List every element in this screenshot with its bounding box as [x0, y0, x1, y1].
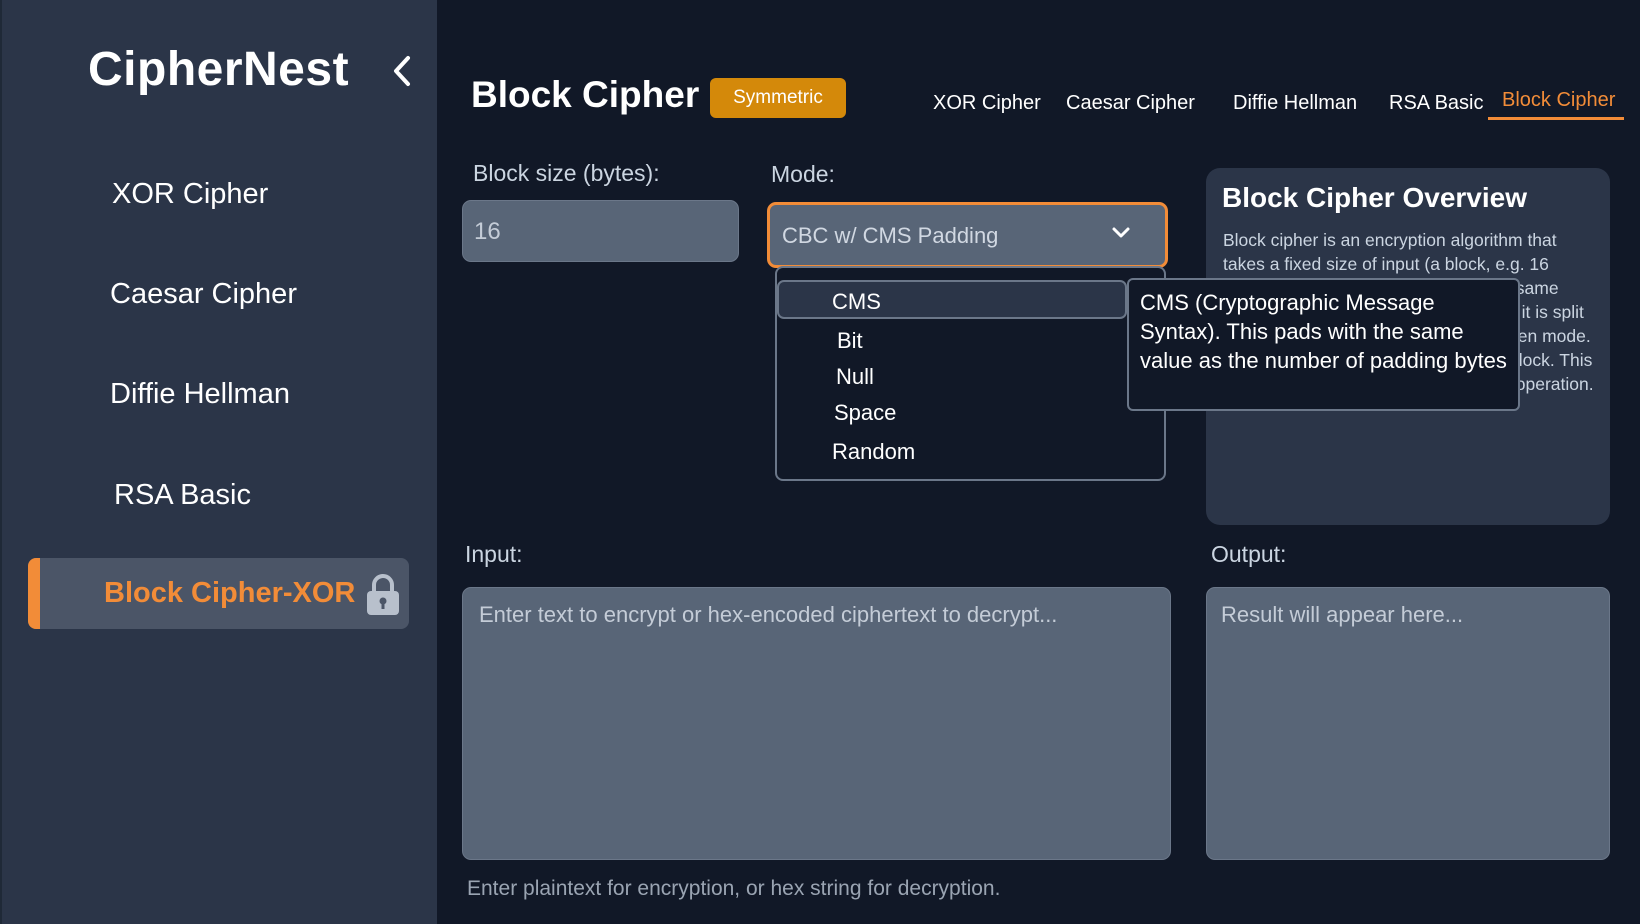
sidebar-item-xor-cipher[interactable]: XOR Cipher — [112, 178, 268, 211]
mode-select[interactable]: CBC w/ CMS Padding — [767, 202, 1168, 268]
page-title: Block Cipher — [471, 74, 700, 115]
mode-select-value: CBC w/ CMS Padding — [782, 223, 999, 248]
padding-option-bit[interactable]: Bit — [837, 328, 863, 354]
tab-rsa-basic[interactable]: RSA Basic — [1389, 92, 1483, 115]
input-textarea[interactable] — [462, 587, 1171, 860]
padding-option-cms[interactable]: CMS — [777, 280, 1127, 319]
sidebar-item-block-cipher-xor[interactable]: Block Cipher-XOR — [28, 558, 409, 629]
tab-diffie-hellman[interactable]: Diffie Hellman — [1233, 92, 1357, 115]
tab-xor-cipher[interactable]: XOR Cipher — [933, 92, 1041, 115]
padding-option-null[interactable]: Null — [836, 364, 874, 390]
padding-tooltip: CMS (Cryptographic Message Syntax). This… — [1127, 278, 1520, 411]
output-textarea[interactable] — [1206, 587, 1610, 860]
block-size-value: 16 — [474, 218, 501, 245]
sidebar: CipherNest XOR Cipher Caesar Cipher Diff… — [0, 0, 437, 924]
active-tab-underline — [1488, 117, 1624, 120]
input-label: Input: — [465, 541, 523, 567]
block-size-label: Block size (bytes): — [473, 160, 660, 186]
output-label: Output: — [1211, 541, 1287, 567]
sidebar-item-label: Block Cipher-XOR — [104, 577, 356, 609]
tab-block-cipher[interactable]: Block Cipher — [1502, 89, 1615, 112]
padding-dropdown-menu: CMS Bit Null Space Random — [775, 266, 1166, 481]
chevron-down-icon — [1112, 227, 1130, 238]
active-indicator — [28, 558, 40, 629]
mode-label: Mode: — [771, 161, 835, 187]
lock-icon — [367, 574, 399, 615]
block-size-input[interactable]: 16 — [462, 200, 739, 262]
sidebar-item-diffie-hellman[interactable]: Diffie Hellman — [110, 378, 290, 411]
sidebar-item-caesar-cipher[interactable]: Caesar Cipher — [110, 278, 297, 311]
symmetric-badge: Symmetric — [710, 78, 846, 118]
collapse-sidebar-button[interactable] — [388, 52, 416, 90]
chevron-left-icon — [394, 56, 410, 86]
overview-title: Block Cipher Overview — [1222, 182, 1528, 213]
brand-logo: CipherNest — [88, 43, 350, 96]
input-hint: Enter plaintext for encryption, or hex s… — [467, 877, 1001, 900]
option-label: CMS — [832, 289, 881, 314]
padding-option-random[interactable]: Random — [832, 439, 915, 465]
tab-caesar-cipher[interactable]: Caesar Cipher — [1066, 92, 1195, 115]
padding-option-space[interactable]: Space — [834, 400, 896, 426]
sidebar-item-rsa-basic[interactable]: RSA Basic — [114, 479, 251, 512]
